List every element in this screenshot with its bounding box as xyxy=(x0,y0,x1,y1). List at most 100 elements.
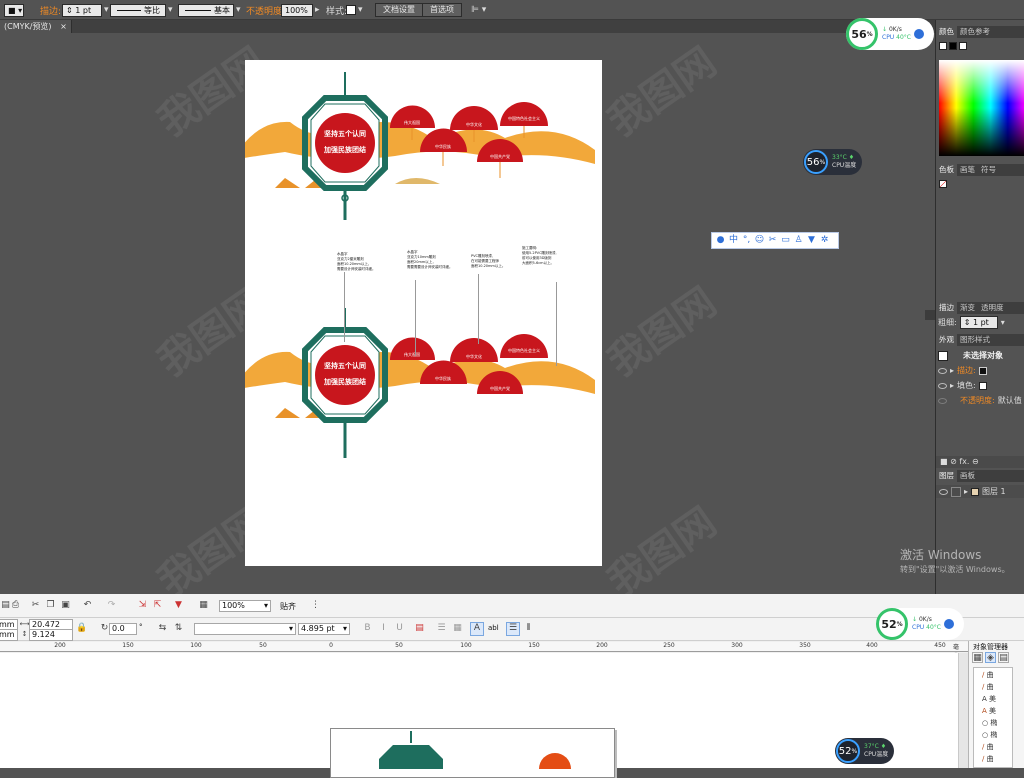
cpu-temp-widget[interactable]: 56% 33°C ♦ CPU温度 xyxy=(803,149,863,175)
mirror-vertical-icon[interactable]: ⇅ xyxy=(173,623,184,634)
color-fill-swatch[interactable] xyxy=(939,42,947,50)
bold-icon[interactable]: B xyxy=(362,623,373,634)
visibility-eye-icon[interactable] xyxy=(938,367,947,374)
tab-symbols[interactable]: 符号 xyxy=(978,164,999,176)
tab-graphic-styles[interactable]: 图形样式 xyxy=(957,334,993,346)
cut-icon[interactable]: ✂ xyxy=(30,600,41,611)
tab-appearance[interactable]: 外观 xyxy=(936,334,957,346)
text-properties-icon[interactable]: A xyxy=(470,622,484,636)
position-y-field[interactable]: mm xyxy=(0,629,18,641)
scissors-icon[interactable]: ✂ xyxy=(767,235,778,246)
visibility-eye-icon[interactable] xyxy=(938,382,947,389)
stroke-label[interactable]: 描边: xyxy=(40,4,61,17)
document-setup-button[interactable]: 文档设置 xyxy=(375,3,423,17)
underline-icon[interactable]: U xyxy=(394,623,405,634)
tab-gradient[interactable]: 渐变 xyxy=(957,302,978,314)
object-item[interactable]: A 美 xyxy=(982,706,996,716)
object-item[interactable]: ∕ 曲 xyxy=(982,754,994,764)
selection-mode-dropdown[interactable]: ■ ▾ xyxy=(4,3,24,17)
layer-row[interactable]: ▸ 图层 1 xyxy=(936,485,1024,498)
rocket-icon[interactable] xyxy=(913,29,924,39)
lock-toggle[interactable] xyxy=(951,486,961,497)
scroll-handle[interactable] xyxy=(925,310,935,320)
object-item[interactable]: ∕ 曲 xyxy=(982,742,994,752)
paste-icon[interactable]: ▣ xyxy=(60,600,71,611)
object-height-field[interactable]: 9.124 mm xyxy=(29,629,73,649)
chinese-input-icon[interactable]: 中 xyxy=(728,235,739,246)
brush-dropdown[interactable]: 基本 ▾ xyxy=(178,3,241,17)
lock-ratio-icon[interactable]: 🔒 xyxy=(76,623,87,634)
zoom-level-dropdown[interactable]: 100% ▾ xyxy=(219,600,271,612)
layer-view-icon[interactable]: ▦ xyxy=(972,652,983,663)
object-item[interactable]: ○ 椭 xyxy=(982,718,997,728)
appearance-opacity-label[interactable]: 不透明度: xyxy=(960,395,995,406)
stroke-profile-dropdown[interactable]: 等比 ▾ xyxy=(110,3,173,17)
none-swatch[interactable] xyxy=(939,180,947,188)
color-none-swatch[interactable] xyxy=(959,42,967,50)
tab-color-guide[interactable]: 颜色参考 xyxy=(957,26,993,38)
color-stroke-swatch[interactable] xyxy=(949,42,957,50)
options-icon[interactable]: ⋮ xyxy=(310,600,321,611)
object-item[interactable]: A 美 xyxy=(982,694,996,704)
tab-artboards[interactable]: 画板 xyxy=(957,470,978,482)
stroke-weight-input[interactable]: ⇕ 1 pt xyxy=(959,316,998,329)
color-spectrum[interactable] xyxy=(939,60,1024,156)
tab-transparency[interactable]: 透明度 xyxy=(978,302,1007,314)
mirror-horizontal-icon[interactable]: ⇆ xyxy=(157,623,168,634)
text-align-icon[interactable]: ▤ xyxy=(414,623,425,634)
keyboard-icon[interactable]: ▭ xyxy=(780,235,791,246)
layer-manager-icon[interactable]: ▤ xyxy=(998,652,1009,663)
object-item[interactable]: ○ 椭 xyxy=(982,730,997,740)
import-icon[interactable]: ⇲ xyxy=(137,600,148,611)
drop-cap-icon[interactable]: ▦ xyxy=(452,623,463,634)
object-item[interactable]: ∕ 曲 xyxy=(982,670,994,680)
tab-stroke[interactable]: 描边 xyxy=(936,302,957,314)
emoji-icon[interactable]: ☺ xyxy=(754,235,765,246)
visibility-eye-icon[interactable] xyxy=(938,397,947,404)
expand-arrow-icon[interactable]: ▸ xyxy=(950,381,954,390)
rocket-icon[interactable] xyxy=(943,619,954,629)
appearance-stroke-label[interactable]: 描边: xyxy=(957,365,976,376)
stroke-weight-field[interactable]: ⇕ 1 pt ▾ xyxy=(62,3,109,17)
expand-arrow-icon[interactable]: ▸ xyxy=(964,487,968,496)
font-dropdown[interactable]: ▾ xyxy=(194,623,296,635)
redo-icon[interactable]: ↷ xyxy=(106,600,117,611)
snap-to-dropdown[interactable]: 贴齐 xyxy=(280,601,296,612)
appearance-stroke-swatch[interactable] xyxy=(978,366,987,375)
cpu-temp-widget[interactable]: 52% 37°C ♦ CPU温度 xyxy=(835,738,895,764)
person-icon[interactable]: ♙ xyxy=(793,235,804,246)
shirt-icon[interactable]: ▼ xyxy=(806,235,817,246)
artboard[interactable]: 坚持五个认同 加强民族团结 伟大祖国 中华民族 中华文化 中国共产党 中国特色社… xyxy=(233,60,602,566)
publish-pdf-icon[interactable]: ▼ xyxy=(173,600,184,611)
arrange-icon[interactable]: ⊫ ▾ xyxy=(471,3,486,17)
tab-swatches[interactable]: 色板 xyxy=(936,164,957,176)
layer-name[interactable]: 图层 1 xyxy=(982,486,1006,497)
document-tab[interactable]: (CMYK/预览) × xyxy=(0,20,72,33)
horizontal-text-icon[interactable]: ☰ xyxy=(506,622,520,636)
rotation-angle-field[interactable]: 0.0 xyxy=(109,623,137,635)
chevron-down-icon[interactable]: ▾ xyxy=(1001,318,1005,327)
tab-color[interactable]: 颜色 xyxy=(936,26,957,38)
copy-icon[interactable]: ❐ xyxy=(45,600,56,611)
object-item[interactable]: ∕ 曲 xyxy=(982,682,994,692)
opacity-field[interactable]: 100% ▸ xyxy=(281,3,320,17)
object-list[interactable]: ∕ 曲 ∕ 曲 A 美 A 美 ○ 椭 ○ 椭 ∕ 曲 ∕ 曲 xyxy=(973,667,1013,768)
outline-width-field[interactable]: 4.895 pt ▾ xyxy=(298,623,350,635)
cpu-monitor-widget[interactable]: 52% ↓ 0K/s CPU 40°C xyxy=(876,608,964,640)
style-swatch[interactable]: ▾ xyxy=(346,3,363,17)
cpu-monitor-widget[interactable]: 56% ↓ 0K/s CPU 40°C xyxy=(846,18,934,50)
edit-across-layers-icon[interactable]: ◈ xyxy=(985,652,996,663)
expand-arrow-icon[interactable]: ▸ xyxy=(950,366,954,375)
vertical-text-icon[interactable]: ⦀ xyxy=(523,623,534,634)
opacity-label[interactable]: 不透明度 xyxy=(246,4,282,17)
cdr-page[interactable] xyxy=(330,728,615,778)
print-icon[interactable]: ⎙ xyxy=(10,600,21,611)
settings-icon[interactable]: ✲ xyxy=(819,235,830,246)
appearance-fill-swatch[interactable] xyxy=(978,381,987,390)
horizontal-ruler[interactable]: 200 150 100 50 0 50 100 150 200 250 300 … xyxy=(0,642,968,660)
app-launcher-icon[interactable]: ▦ xyxy=(198,600,209,611)
tab-brushes[interactable]: 画笔 xyxy=(957,164,978,176)
vertical-scrollbar[interactable] xyxy=(958,653,968,768)
user-icon[interactable]: ● xyxy=(715,235,726,246)
close-tab-icon[interactable]: × xyxy=(60,22,67,31)
